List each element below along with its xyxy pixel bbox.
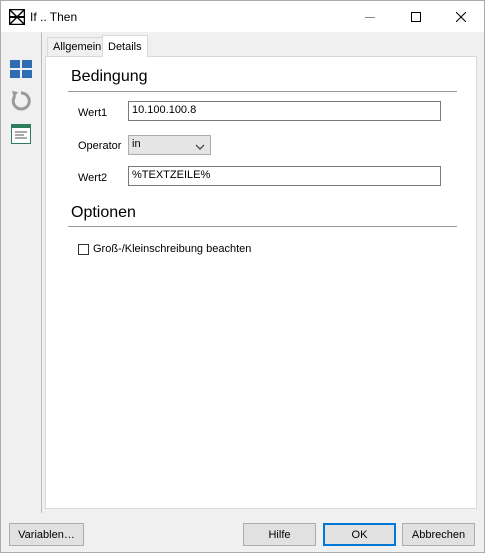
condition-heading: Bedingung: [71, 68, 148, 85]
ok-button[interactable]: OK: [323, 523, 396, 546]
app-icon: [8, 8, 26, 26]
refresh-button[interactable]: [9, 89, 33, 113]
options-heading: Optionen: [71, 204, 136, 221]
value1-label: Wert1: [78, 107, 108, 119]
minimize-button[interactable]: [347, 1, 393, 32]
case-sensitive-checkbox[interactable]: [78, 243, 89, 255]
list-icon: [11, 124, 31, 144]
value2-label: Wert2: [78, 172, 108, 184]
tab-allgemein[interactable]: Allgemein: [47, 37, 108, 56]
chevron-down-icon: [195, 141, 205, 153]
window-title: If .. Then: [30, 10, 78, 24]
cancel-button[interactable]: Abbrechen: [402, 523, 475, 546]
dialog-window: If .. Then Allgemein Details Bedingung W…: [0, 0, 485, 553]
variables-button[interactable]: Variablen…: [9, 523, 84, 546]
grid-view-button[interactable]: [9, 57, 33, 81]
operator-label: Operator: [78, 140, 122, 152]
tab-label: Allgemein: [53, 41, 102, 53]
close-button[interactable]: [438, 1, 484, 32]
minimize-icon: [365, 16, 375, 18]
value1-input[interactable]: 10.100.100.8: [128, 101, 441, 121]
case-sensitive-label: Groß-/Kleinschreibung beachten: [93, 243, 252, 255]
toolbar: [1, 32, 43, 513]
list-view-button[interactable]: [9, 122, 33, 146]
close-icon: [456, 11, 466, 22]
tab-details[interactable]: Details: [102, 35, 148, 57]
grid-icon: [10, 60, 32, 78]
condition-divider: [68, 91, 457, 92]
maximize-icon: [411, 11, 421, 22]
title-bar: If .. Then: [1, 1, 484, 32]
tab-label: Details: [108, 40, 142, 53]
maximize-button[interactable]: [393, 1, 439, 32]
details-panel: [45, 56, 477, 509]
operator-value: in: [132, 138, 141, 150]
toolbar-divider: [41, 32, 42, 513]
help-button[interactable]: Hilfe: [243, 523, 316, 546]
options-divider: [68, 226, 457, 227]
refresh-icon: [11, 91, 31, 111]
tab-strip: Allgemein Details: [43, 32, 484, 57]
operator-select[interactable]: in: [128, 135, 211, 155]
value2-input[interactable]: %TEXTZEILE%: [128, 166, 441, 186]
case-sensitive-option[interactable]: Groß-/Kleinschreibung beachten: [78, 243, 251, 255]
